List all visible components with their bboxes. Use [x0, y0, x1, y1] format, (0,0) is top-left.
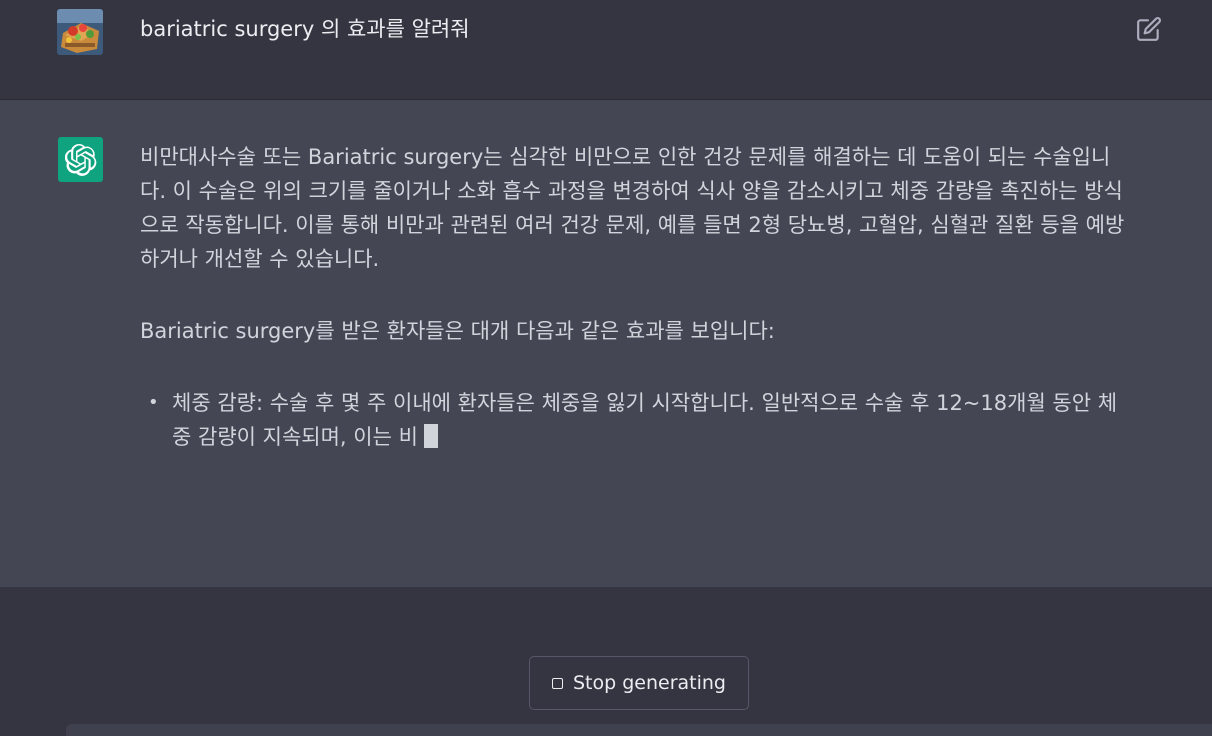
answer-bullet-list: 체중 감량: 수술 후 몇 주 이내에 환자들은 체중을 잃기 시작합니다. 일… — [140, 386, 1125, 454]
user-message-text: bariatric surgery 의 효과를 알려줘 — [140, 17, 470, 41]
bottom-area: Stop generating — [0, 587, 1212, 736]
assistant-message-row: 비만대사수술 또는 Bariatric surgery는 심각한 비만으로 인한… — [0, 100, 1212, 587]
edit-icon[interactable] — [1136, 16, 1162, 42]
list-item: 체중 감량: 수술 후 몇 주 이내에 환자들은 체중을 잃기 시작합니다. 일… — [148, 386, 1125, 454]
assistant-avatar — [58, 137, 103, 182]
stop-square-icon — [551, 677, 563, 689]
message-input-edge[interactable] — [66, 724, 1212, 736]
user-avatar-image — [57, 9, 103, 55]
list-item-text: 체중 감량: 수술 후 몇 주 이내에 환자들은 체중을 잃기 시작합니다. 일… — [172, 391, 1118, 449]
openai-logo-icon — [64, 143, 96, 176]
stop-generating-button[interactable]: Stop generating — [529, 656, 749, 710]
user-message-row: bariatric surgery 의 효과를 알려줘 — [0, 0, 1212, 100]
answer-paragraph-2: Bariatric surgery를 받은 환자들은 대개 다음과 같은 효과를… — [140, 319, 775, 343]
typing-cursor — [423, 424, 438, 448]
stop-generating-label: Stop generating — [572, 672, 726, 694]
assistant-message-content: 비만대사수술 또는 Bariatric surgery는 심각한 비만으로 인한… — [140, 140, 1125, 454]
answer-paragraph-1: 비만대사수술 또는 Bariatric surgery는 심각한 비만으로 인한… — [140, 145, 1125, 271]
user-avatar — [57, 9, 103, 55]
